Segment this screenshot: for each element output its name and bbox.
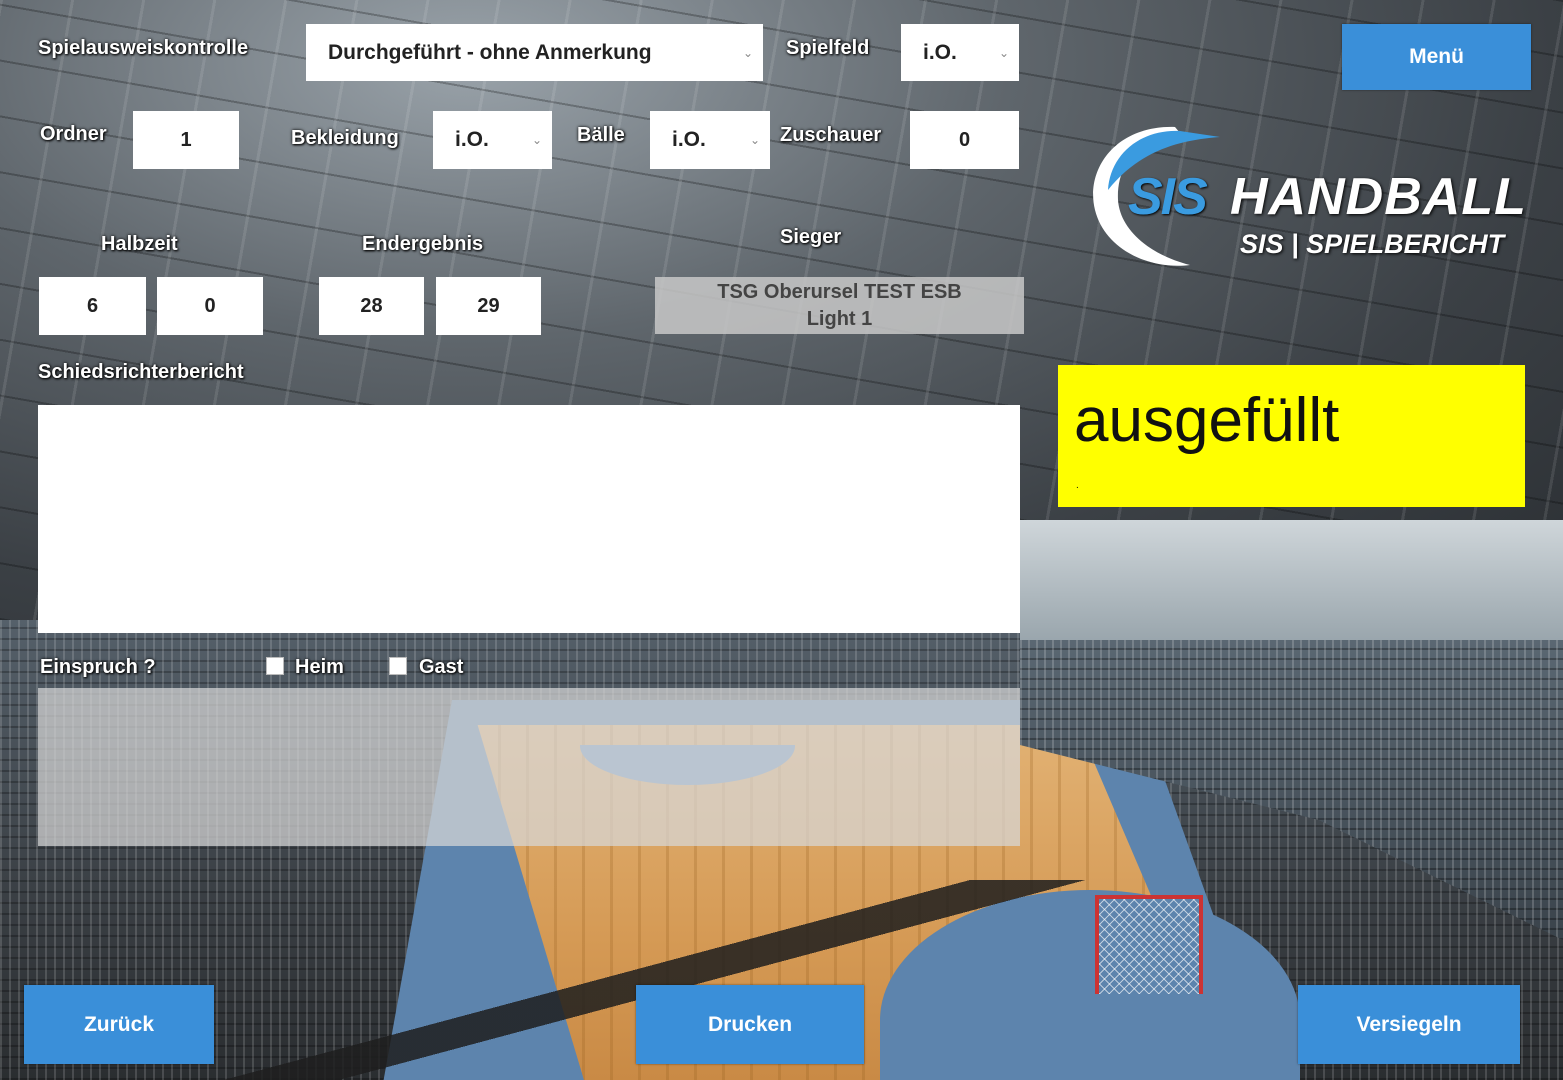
- einspruch-text-area[interactable]: [38, 688, 1020, 846]
- heim-label: Heim: [295, 656, 344, 678]
- spielausweiskontrolle-select[interactable]: Durchgeführt - ohne Anmerkung ⌄: [306, 24, 763, 81]
- chevron-down-icon: ⌄: [531, 133, 542, 147]
- baelle-label: Bälle: [577, 124, 625, 146]
- chevron-down-icon: ⌄: [998, 45, 1009, 60]
- logo-title: HANDBALL: [1230, 168, 1527, 226]
- status-note: ausgefüllt .: [1058, 365, 1525, 507]
- zuschauer-input[interactable]: 0: [910, 111, 1019, 169]
- seal-button[interactable]: Versiegeln: [1298, 985, 1520, 1064]
- bekleidung-select[interactable]: i.O. ⌄: [433, 111, 552, 169]
- endergebnis-label: Endergebnis: [362, 233, 484, 255]
- chevron-down-icon: ⌄: [742, 45, 753, 60]
- spielausweiskontrolle-value: Durchgeführt - ohne Anmerkung: [328, 40, 652, 64]
- heim-checkbox[interactable]: [266, 657, 284, 675]
- arena-wall: [1020, 520, 1563, 640]
- sieger-value-line2: Light 1: [806, 308, 873, 330]
- sieger-label: Sieger: [780, 226, 842, 248]
- status-note-dot: .: [1076, 480, 1079, 491]
- bekleidung-label: Bekleidung: [291, 127, 399, 149]
- ordner-label: Ordner: [40, 123, 107, 145]
- logo-subtitle: SIS | SPIELBERICHT: [1240, 229, 1505, 259]
- endergebnis-home-input[interactable]: 28: [319, 277, 424, 335]
- einspruch-label: Einspruch ?: [40, 656, 156, 678]
- spielfeld-select[interactable]: i.O. ⌄: [901, 24, 1019, 81]
- sieger-value-line1: TSG Oberursel TEST ESB: [717, 281, 962, 303]
- gast-label: Gast: [419, 656, 464, 678]
- halbzeit-home-input[interactable]: 6: [39, 277, 146, 335]
- endergebnis-away-input[interactable]: 29: [436, 277, 541, 335]
- logo-brand: SIS: [1128, 168, 1208, 226]
- bekleidung-value: i.O.: [455, 128, 489, 151]
- baelle-value: i.O.: [672, 128, 706, 151]
- menu-button[interactable]: Menü: [1342, 24, 1531, 90]
- zuschauer-label: Zuschauer: [780, 124, 882, 146]
- spielfeld-value: i.O.: [923, 40, 957, 64]
- spielfeld-label: Spielfeld: [786, 37, 870, 59]
- chevron-down-icon: ⌄: [749, 133, 760, 147]
- schiedsrichterbericht-label: Schiedsrichterbericht: [38, 361, 244, 383]
- halbzeit-away-input[interactable]: 0: [157, 277, 263, 335]
- status-note-text: ausgefüllt: [1074, 386, 1340, 455]
- schiedsrichterbericht-textarea[interactable]: [38, 405, 1020, 633]
- print-button[interactable]: Drucken: [636, 985, 864, 1064]
- back-button[interactable]: Zurück: [24, 985, 214, 1064]
- sieger-field: TSG Oberursel TEST ESB Light 1: [655, 277, 1024, 334]
- baelle-select[interactable]: i.O. ⌄: [650, 111, 770, 169]
- ordner-input[interactable]: 1: [133, 111, 239, 169]
- gast-checkbox[interactable]: [389, 657, 407, 675]
- sis-handball-logo: SIS HANDBALL SIS | SPIELBERICHT: [1080, 115, 1540, 275]
- spielausweiskontrolle-label: Spielausweiskontrolle: [38, 37, 249, 59]
- halbzeit-label: Halbzeit: [101, 233, 178, 255]
